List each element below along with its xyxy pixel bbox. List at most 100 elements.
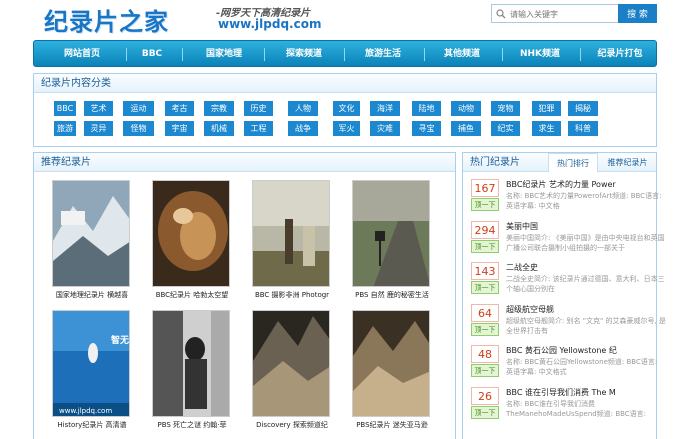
category-tag[interactable]: BBC xyxy=(54,101,76,116)
category-tag[interactable]: 怪物 xyxy=(123,121,154,136)
nav-item-travel[interactable]: 旅游生活 xyxy=(347,41,419,68)
category-tag[interactable]: 宠物 xyxy=(491,101,520,116)
nav-item-nhk[interactable]: NHK频道 xyxy=(504,41,576,68)
category-tag[interactable]: 人物 xyxy=(288,101,318,116)
hot-item-desc: 美丽中国简介: 《美丽中国》是由中央电视台和英国广播公司联合摄制小组拍摄的一部关… xyxy=(506,233,665,252)
hot-item-title[interactable]: BBC 谁在引导我们消费 The M xyxy=(506,387,666,398)
category-tag[interactable]: 运动 xyxy=(123,101,154,116)
doc-caption[interactable]: BBC纪录片 哈勃太空望 xyxy=(146,290,238,300)
nav-item-natgeo[interactable]: 国家地理 xyxy=(188,41,260,68)
category-tag[interactable]: 机械 xyxy=(204,121,234,136)
doc-caption[interactable]: PBS 自然 鹿的秘密生活 xyxy=(346,290,438,300)
nav-item-bbc[interactable]: BBC xyxy=(130,41,174,68)
main-nav: 网站首页 BBC 国家地理 探索频道 旅游生活 其他频道 NHK频道 纪录片打包 xyxy=(33,40,657,67)
hot-item: 143 顶一下 二战全史 二战全史简介: 该纪录片通过德国、意大利、日本三个轴心国分别… xyxy=(471,262,665,304)
category-tag[interactable]: 纪实 xyxy=(491,121,520,136)
category-tag[interactable]: 动物 xyxy=(451,101,481,116)
hot-item-title[interactable]: 超级航空母舰 xyxy=(506,304,666,315)
hot-item-desc: 名称: BBC黄石公园Yellowstone频道: BBC语言: 英语字幕: 中… xyxy=(506,358,658,376)
doc-card[interactable]: 国家地理纪录片 横越喜 xyxy=(46,180,132,315)
category-tag[interactable]: 揭秘 xyxy=(568,101,598,116)
doc-thumbnail[interactable] xyxy=(152,180,230,287)
hot-item: 294 顶一下 美丽中国 美丽中国简介: 《美丽中国》是由中央电视台和英国广播公司联合… xyxy=(471,220,665,263)
doc-caption[interactable]: BBC 摄影非洲 Photogr xyxy=(246,290,338,300)
doc-thumbnail[interactable] xyxy=(252,180,330,287)
hot-item-desc: 超级航空母舰简介: 别名 "文克" 的艾森豪威尔号, 是全世界打击有 xyxy=(506,316,666,335)
category-tag[interactable]: 宇宙 xyxy=(165,121,194,136)
category-tag[interactable]: 考古 xyxy=(165,101,194,116)
category-tag[interactable]: 军火 xyxy=(333,121,360,136)
doc-card[interactable]: PBS纪录片 迷失亚马逊 xyxy=(346,310,432,439)
hot-item: 167 顶一下 BBC纪录片 艺术的力量 Power 名称: BBC艺术的力量Powe… xyxy=(471,179,661,221)
hot-item-title[interactable]: BBC 黄石公园 Yellowstone 纪 xyxy=(506,345,666,356)
score-badge: 48 xyxy=(471,345,499,363)
nav-item-other[interactable]: 其他频道 xyxy=(426,41,498,68)
category-tag[interactable]: 寻宝 xyxy=(412,121,441,136)
category-tag[interactable]: 工程 xyxy=(244,121,273,136)
vote-button[interactable]: 顶一下 xyxy=(471,322,499,336)
doc-card[interactable]: BBC 摄影非洲 Photogr xyxy=(246,180,332,315)
category-tag[interactable]: 灵异 xyxy=(84,121,113,136)
recommend-panel-title: 推荐纪录片 xyxy=(34,153,455,172)
thumbnail-image xyxy=(353,181,429,286)
category-panel: 纪录片内容分类 BBC 艺术 运动 考古 宗教 历史 人物 文化 海洋 陆地 动物 宠物 犯罪 揭秘 旅游… xyxy=(33,73,657,147)
doc-thumbnail[interactable] xyxy=(52,180,130,287)
vote-button[interactable]: 顶一下 xyxy=(471,198,499,211)
hot-item-desc: 名称: BBC艺术的力量PowerofArt频道: BBC语言: 英语字幕: 中… xyxy=(506,192,662,210)
vote-button[interactable]: 顶一下 xyxy=(471,281,499,294)
category-tag[interactable]: 文化 xyxy=(333,101,360,116)
nav-divider xyxy=(126,48,127,61)
doc-caption[interactable]: PBS 死亡之谜 约翰·菲 xyxy=(146,420,238,430)
category-panel-title: 纪录片内容分类 xyxy=(34,74,656,93)
tab-hot-ranking[interactable]: 热门排行 xyxy=(548,153,598,172)
category-tag[interactable]: 历史 xyxy=(244,101,273,116)
doc-thumbnail[interactable] xyxy=(352,180,430,287)
category-tag[interactable]: 海洋 xyxy=(370,101,400,116)
hot-item: 64 顶一下 超级航空母舰 超级航空母舰简介: 别名 "文克" 的艾森豪威尔号, 是全… xyxy=(471,303,666,346)
doc-card[interactable]: BBC纪录片 哈勃太空望 xyxy=(146,180,232,315)
search-bar: 搜 索 xyxy=(491,4,657,24)
doc-thumbnail[interactable] xyxy=(252,310,330,417)
nav-divider xyxy=(502,48,503,61)
doc-card[interactable]: 智无图片 www.jlpdq.com History纪录片 高清谱 xyxy=(46,310,132,439)
category-tag[interactable]: 宗教 xyxy=(204,101,234,116)
nav-divider xyxy=(580,48,581,61)
search-box xyxy=(491,4,619,23)
nav-item-pack[interactable]: 纪录片打包 xyxy=(584,41,656,68)
doc-thumbnail[interactable] xyxy=(352,310,430,417)
hot-item-title[interactable]: 美丽中国 xyxy=(506,221,666,232)
vote-button[interactable]: 顶一下 xyxy=(471,239,499,253)
category-tag[interactable]: 求生 xyxy=(532,121,561,136)
hot-item-title[interactable]: 二战全史 xyxy=(506,262,666,273)
hot-item-desc: 二战全史简介: 该纪录片通过德国、意大利、日本三个轴心国分别在 xyxy=(506,275,665,293)
search-input[interactable] xyxy=(510,7,616,21)
category-tag[interactable]: 艺术 xyxy=(84,101,113,116)
doc-card[interactable]: PBS 死亡之谜 约翰·菲 xyxy=(146,310,232,439)
doc-caption[interactable]: 国家地理纪录片 横越喜 xyxy=(46,290,138,300)
thumbnail-image xyxy=(253,311,329,416)
doc-card[interactable]: Discovery 探索频道纪 xyxy=(246,310,332,439)
category-tag[interactable]: 科普 xyxy=(568,121,598,136)
doc-caption[interactable]: Discovery 探索频道纪 xyxy=(246,420,338,430)
doc-caption[interactable]: History纪录片 高清谱 xyxy=(46,420,138,430)
doc-card[interactable]: PBS 自然 鹿的秘密生活 xyxy=(346,180,432,315)
doc-thumbnail[interactable] xyxy=(152,310,230,417)
thumbnail-image xyxy=(153,181,229,286)
nav-item-home[interactable]: 网站首页 xyxy=(46,41,118,68)
category-tag[interactable]: 战争 xyxy=(288,121,318,136)
category-tag[interactable]: 陆地 xyxy=(412,101,441,116)
category-tag[interactable]: 旅游 xyxy=(54,121,76,136)
vote-button[interactable]: 顶一下 xyxy=(471,405,499,419)
hot-item-title[interactable]: BBC纪录片 艺术的力量 Power xyxy=(506,179,666,190)
search-button[interactable]: 搜 索 xyxy=(618,4,657,23)
vote-button[interactable]: 顶一下 xyxy=(471,364,499,377)
tab-recommend[interactable]: 推荐纪录片 xyxy=(600,153,655,172)
doc-thumbnail[interactable]: 智无图片 www.jlpdq.com xyxy=(52,310,130,417)
nav-divider xyxy=(344,48,345,61)
category-tag[interactable]: 犯罪 xyxy=(532,101,561,116)
category-tag[interactable]: 灾难 xyxy=(370,121,400,136)
category-tag[interactable]: 捕鱼 xyxy=(451,121,481,136)
doc-caption[interactable]: PBS纪录片 迷失亚马逊 xyxy=(346,420,438,430)
search-icon xyxy=(496,9,506,19)
nav-item-discovery[interactable]: 探索频道 xyxy=(268,41,340,68)
